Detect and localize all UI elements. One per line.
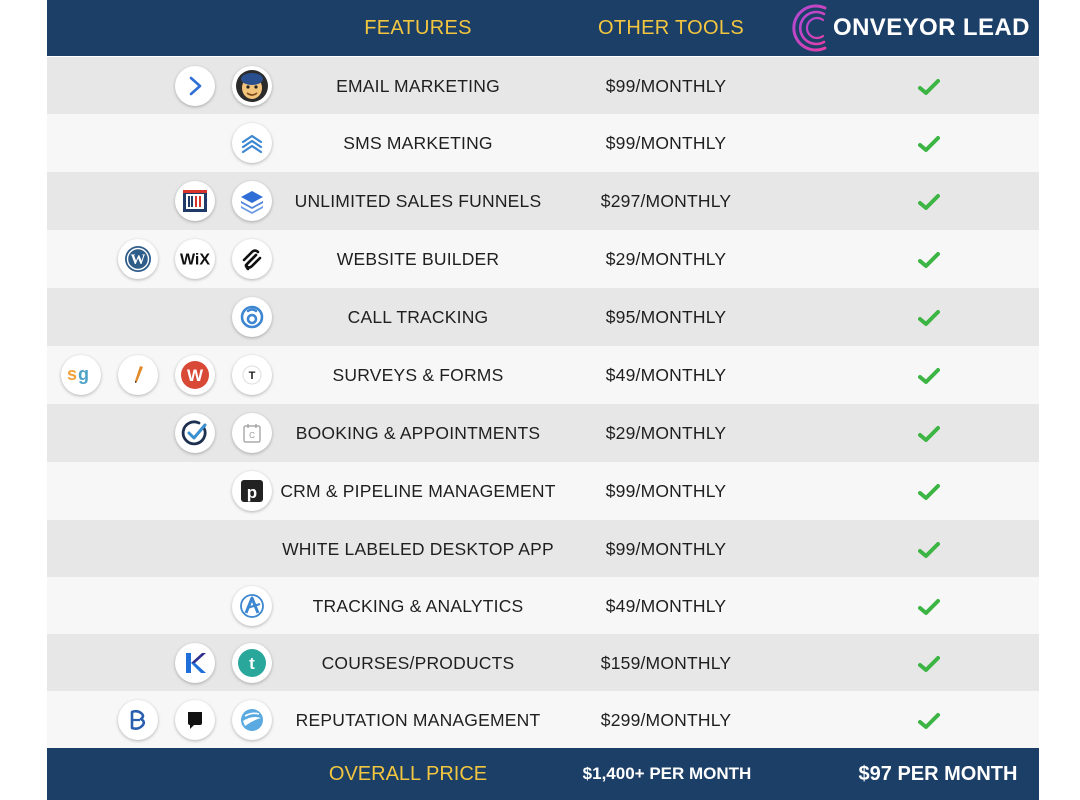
birdeye-icon — [118, 700, 158, 740]
checkmark-icon — [918, 78, 940, 96]
table-footer: OVERALL PRICE $1,400+ PER MONTH $97 PER … — [47, 748, 1039, 800]
checkmark-icon — [918, 655, 940, 673]
clickfunnels-icon — [175, 181, 215, 221]
squarespace-icon — [232, 239, 272, 279]
checkmark-icon — [918, 483, 940, 501]
svg-text:W: W — [131, 252, 146, 268]
swirl-icon — [232, 700, 272, 740]
brand-name: ONVEYOR LEAD — [833, 14, 1030, 41]
typeform-icon: T — [232, 355, 272, 395]
table-row: CALL TRACKING $95/MONTHLY — [47, 288, 1039, 346]
checkmark-icon — [918, 425, 940, 443]
table-row: TRACKING & ANALYTICS $49/MONTHLY — [47, 577, 1039, 635]
mailchimp-icon — [232, 66, 272, 106]
brand-header: ONVEYOR LEAD — [791, 0, 1039, 56]
svg-text:p: p — [247, 483, 257, 502]
table-row: C BOOKING & APPOINTMENTS $29/MONTHLY — [47, 404, 1039, 462]
svg-text:s: s — [67, 364, 77, 384]
calltracking-icon — [232, 297, 272, 337]
activecampaign-icon — [175, 66, 215, 106]
surveygizmo-icon: sg — [61, 355, 101, 395]
table-row: UNLIMITED SALES FUNNELS $297/MONTHLY — [47, 172, 1039, 230]
pen-icon — [118, 355, 158, 395]
checkmark-icon — [918, 309, 940, 327]
checkmark-icon — [918, 193, 940, 211]
svg-text:W: W — [187, 366, 204, 385]
checkmark-icon — [918, 135, 940, 153]
wordpress-icon: W — [118, 239, 158, 279]
arc-logo-icon — [792, 4, 827, 52]
svg-text:C: C — [249, 431, 255, 440]
checkmark-icon — [918, 598, 940, 616]
table-row: T Ws g SURVEYS & FORMS $49/MONTHLY — [47, 346, 1039, 404]
wufoo-icon: W — [175, 355, 215, 395]
table-row: t COURSES/PRODUCTS $159/MONTHLY — [47, 634, 1039, 692]
checkmark-icon — [918, 541, 940, 559]
svg-text:WiX: WiX — [180, 252, 210, 269]
table-header: FEATURES OTHER TOOLS ONVEYOR LEAD — [47, 0, 1039, 56]
analytics-a-icon — [232, 586, 272, 626]
table-row: WHITE LABELED DESKTOP APP $99/MONTHLY — [47, 520, 1039, 578]
wix-icon: WiX — [175, 239, 215, 279]
calendar-icon: C — [232, 413, 272, 453]
table-row: SMS MARKETING $99/MONTHLY — [47, 114, 1039, 172]
checkmark-icon — [918, 367, 940, 385]
checkmark-icon — [918, 712, 940, 730]
table-row: REPUTATION MANAGEMENT $299/MONTHLY — [47, 691, 1039, 749]
kajabi-icon — [175, 643, 215, 683]
layers-icon — [232, 181, 272, 221]
svg-text:T: T — [249, 370, 256, 382]
svg-text:t: t — [249, 654, 255, 673]
comparison-table: FEATURES OTHER TOOLS ONVEYOR LEAD EMAIL … — [47, 0, 1039, 800]
teachable-icon: t — [232, 643, 272, 683]
svg-text:g: g — [78, 364, 89, 384]
checkmark-icon — [918, 251, 940, 269]
table-row: p CRM & PIPELINE MANAGEMENT $99/MONTHLY — [47, 462, 1039, 520]
check-circle-icon — [175, 413, 215, 453]
pipedrive-icon: p — [232, 471, 272, 511]
chevron-stack-icon — [232, 123, 272, 163]
table-row: WiX W WEBSITE BUILDER $29/MONTHLY — [47, 230, 1039, 288]
table-row: EMAIL MARKETING $99/MONTHLY — [47, 57, 1039, 115]
podium-icon — [175, 700, 215, 740]
